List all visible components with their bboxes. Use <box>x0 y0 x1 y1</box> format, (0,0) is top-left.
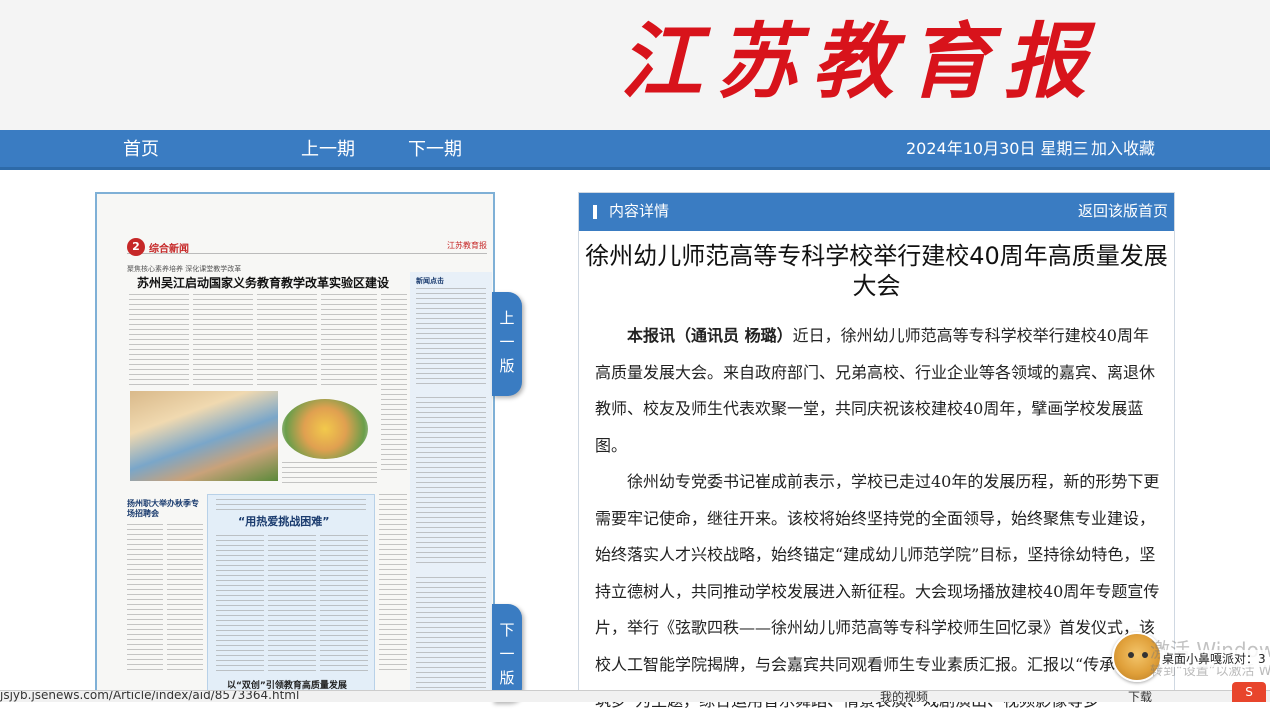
text-column <box>216 499 366 511</box>
nav-prev-issue-link[interactable]: 上一期 <box>301 130 355 170</box>
paper-page-header: 2 综合新闻 江苏教育报 <box>127 238 487 256</box>
nav-bar: 首页 上一期 下一期 2024年10月30日 星期三 加入收藏 <box>0 130 1270 170</box>
article-title: 徐州幼儿师范高等专科学校举行建校40周年高质量发展大会 <box>585 242 1168 300</box>
paper-main-headline[interactable]: 苏州吴江启动国家义务教育教学改革实验区建设 <box>137 274 389 291</box>
text-column <box>381 294 407 474</box>
article-panel: 内容详情 返回该版首页 徐州幼儿师范高等专科学校举行建校40周年高质量发展大会 … <box>578 192 1175 710</box>
nav-home-link[interactable]: 首页 <box>123 130 159 170</box>
text-column <box>416 577 486 697</box>
text-column <box>268 535 316 675</box>
paper-mini-logo: 江苏教育报 <box>447 241 487 250</box>
article-panel-label: 内容详情 <box>609 202 670 220</box>
text-column <box>193 294 253 389</box>
sidebar-tag: 新闻点击 <box>416 277 444 285</box>
masthead-logo: 江苏教育报 <box>620 14 1100 110</box>
article-paragraph: 本报讯（通讯员 杨璐）近日，徐州幼儿师范高等专科学校举行建校40周年高质量发展大… <box>595 318 1160 464</box>
text-column <box>167 524 203 674</box>
text-column <box>216 535 264 675</box>
article-paragraph-text: 近日，徐州幼儿师范高等专科学校举行建校40周年高质量发展大会。来自政府部门、兄弟… <box>595 326 1156 455</box>
site-header: 江苏教育报 <box>0 0 1270 130</box>
next-page-tab[interactable]: 下一版 <box>492 604 522 702</box>
photo-caption <box>282 462 377 486</box>
my-video-button[interactable]: 我的视频 <box>880 691 928 702</box>
paper-left-headline[interactable]: 扬州职大举办秋季专场招聘会 <box>127 499 199 519</box>
article-paragraph: 徐州幼专党委书记崔成前表示，学校已走过40年的发展历程，新的形势下更需要牢记使命… <box>595 472 1160 710</box>
pet-tooltip: 桌面小鼻嘎派对：3 <box>1160 650 1268 667</box>
feature-box[interactable]: “用热爱挑战困难” <box>207 494 375 700</box>
pet-eye <box>1142 652 1148 658</box>
text-column <box>321 294 377 389</box>
back-to-page-link[interactable]: 返回该版首页 <box>1078 193 1168 229</box>
text-column <box>320 535 368 675</box>
article-panel-header: 内容详情 返回该版首页 <box>579 193 1174 231</box>
next-page-label: 下一版 <box>499 621 515 687</box>
ime-tray-icon[interactable]: S <box>1232 682 1266 702</box>
issue-date: 2024年10月30日 星期三 <box>906 139 1089 158</box>
pet-eye <box>1128 652 1134 658</box>
newspaper-page-thumbnail[interactable]: 2 综合新闻 江苏教育报 聚焦核心素养培养 深化课堂教学改革 苏州吴江启动国家义… <box>95 192 495 702</box>
header-bar-mark <box>593 205 597 219</box>
status-url: jsjyb.jsenews.com/Article/index/aid/8573… <box>0 690 300 702</box>
add-favorite-link[interactable]: 加入收藏 <box>1091 130 1155 170</box>
paper-sidebar-news[interactable]: 新闻点击 <box>410 272 492 700</box>
prev-page-label: 上一版 <box>499 309 515 375</box>
text-column <box>416 397 486 567</box>
feature-box-headline: “用热爱挑战困难” <box>238 515 330 528</box>
article-body: 本报讯（通讯员 杨璐）近日，徐州幼儿师范高等专科学校举行建校40周年高质量发展大… <box>595 318 1160 720</box>
nav-next-issue-link[interactable]: 下一期 <box>408 130 462 170</box>
text-column <box>129 294 189 389</box>
paper-kicker: 聚焦核心素养培养 深化课堂教学改革 <box>127 265 242 273</box>
article-byline: 本报讯（通讯员 杨璐） <box>627 326 793 345</box>
text-column <box>416 288 486 388</box>
prev-page-tab[interactable]: 上一版 <box>492 292 522 396</box>
text-column <box>127 524 163 674</box>
news-photo-children[interactable] <box>130 391 278 481</box>
text-column <box>379 494 407 674</box>
text-column <box>257 294 317 389</box>
paper-section-name: 综合新闻 <box>149 244 189 255</box>
browser-status-bar: jsjyb.jsenews.com/Article/index/aid/8573… <box>0 690 1270 702</box>
news-photo-round[interactable] <box>282 399 368 459</box>
download-button[interactable]: 下载 <box>1128 691 1152 702</box>
page-number-badge: 2 <box>127 238 145 256</box>
